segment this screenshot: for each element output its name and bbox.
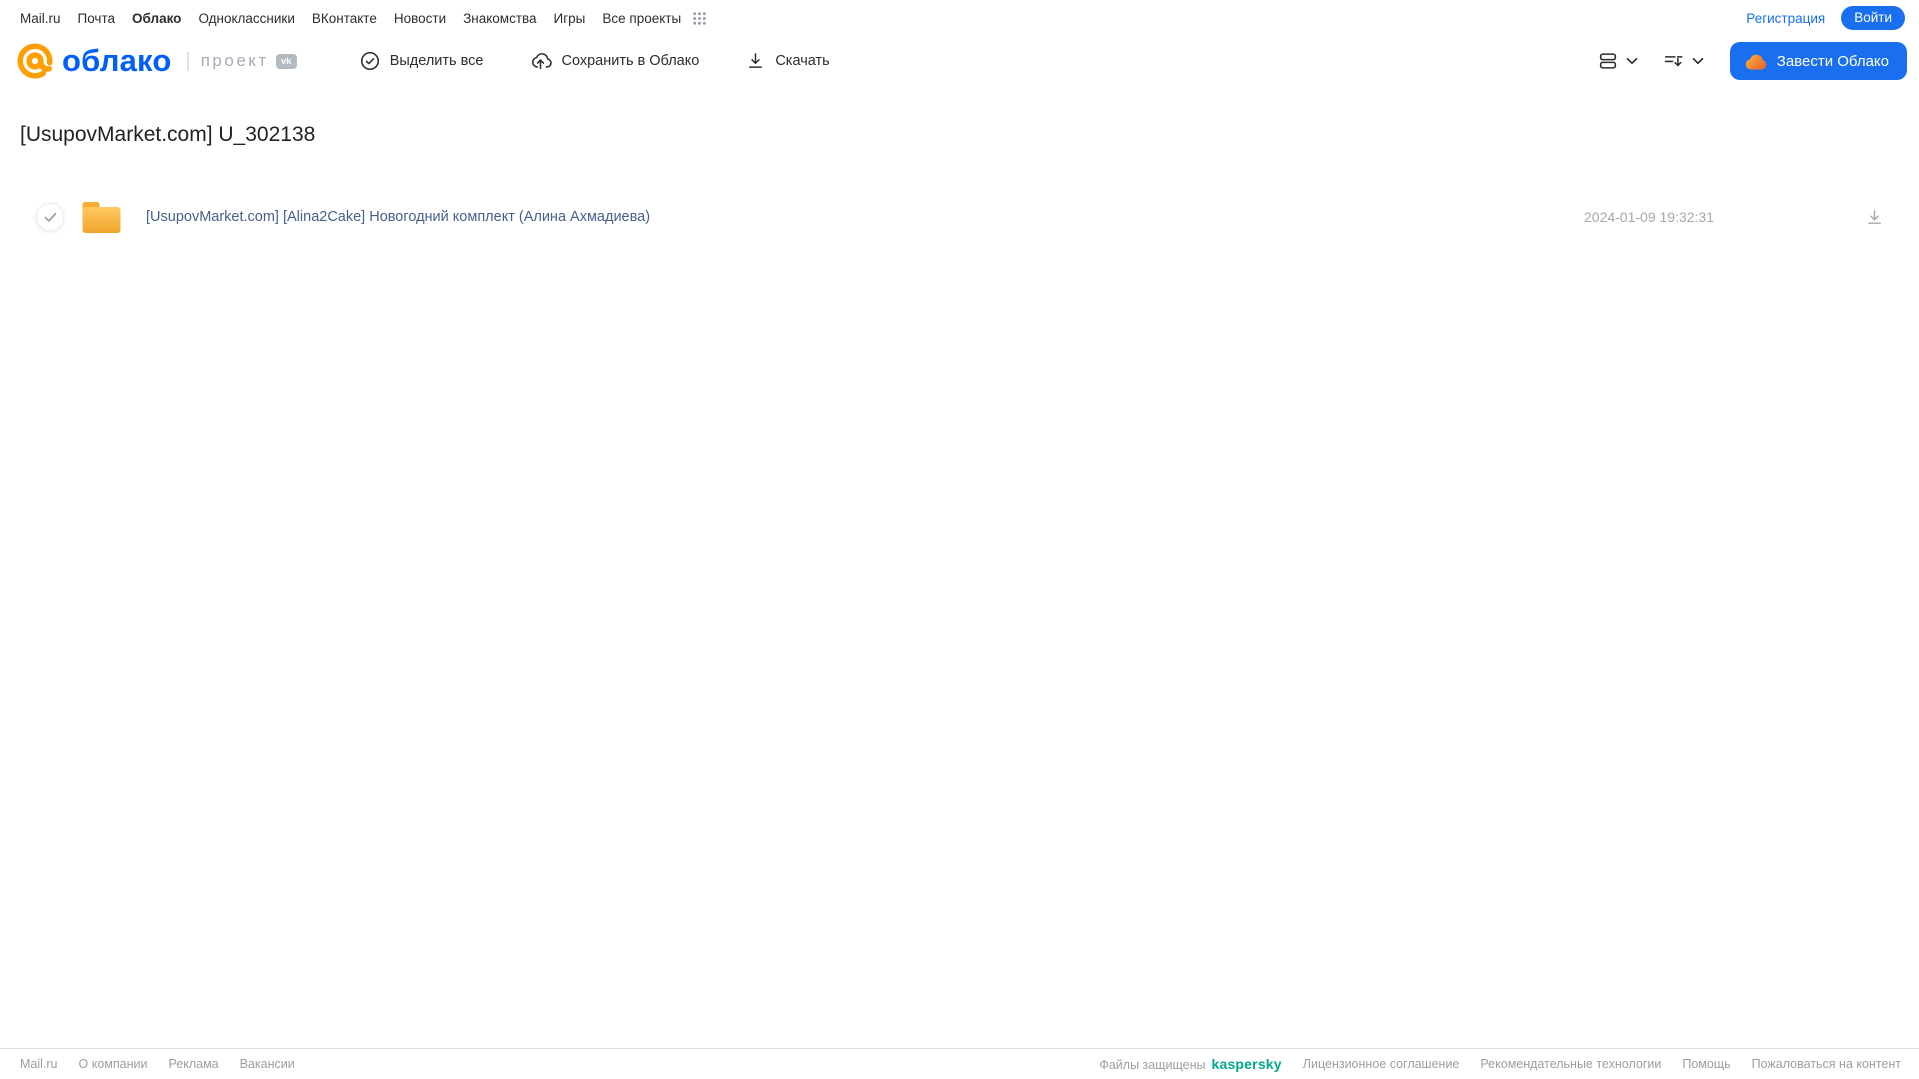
- row-checkbox[interactable]: [36, 203, 64, 231]
- protected-label: Файлы защищены: [1099, 1058, 1206, 1072]
- project-label: проект: [200, 51, 269, 70]
- download-button[interactable]: Скачать: [745, 50, 830, 72]
- logo-divider: |: [185, 49, 191, 72]
- portal-link-pochta[interactable]: Почта: [78, 11, 116, 26]
- kaspersky-logo[interactable]: kaspersky: [1211, 1056, 1281, 1072]
- footer: Mail.ru О компании Реклама Вакансии Файл…: [0, 1048, 1919, 1079]
- get-cloud-label: Завести Облако: [1776, 52, 1889, 70]
- footer-link-mailru[interactable]: Mail.ru: [20, 1057, 58, 1071]
- sort-button[interactable]: [1662, 50, 1704, 72]
- file-row[interactable]: [UsupovMarket.com] [Alina2Cake] Новогодн…: [20, 194, 1899, 240]
- portal-nav: Mail.ru Почта Облако Одноклассники ВКонт…: [0, 0, 1919, 30]
- footer-link-reklama[interactable]: Реклама: [168, 1057, 218, 1071]
- sort-icon: [1662, 50, 1685, 72]
- get-cloud-button[interactable]: Завести Облако: [1729, 42, 1907, 80]
- row-download-button[interactable]: [1864, 207, 1885, 228]
- portal-link-igry[interactable]: Игры: [554, 11, 586, 26]
- cloud-header: облако | проект vk Выделить все Сохранит…: [0, 30, 1919, 92]
- check-circle-icon: [359, 50, 381, 72]
- portal-link-vkontakte[interactable]: ВКонтакте: [312, 11, 377, 26]
- save-to-cloud-label: Сохранить в Облако: [561, 53, 700, 69]
- footer-link-recommend-tech[interactable]: Рекомендательные технологии: [1480, 1057, 1661, 1071]
- file-toolbar: Выделить все Сохранить в Облако Скачать: [359, 50, 830, 72]
- file-date: 2024-01-09 19:32:31: [1584, 209, 1714, 225]
- header-controls: Завести Облако: [1597, 42, 1907, 80]
- chevron-down-icon: [1692, 57, 1704, 65]
- download-icon: [745, 50, 766, 72]
- select-all-button[interactable]: Выделить все: [359, 50, 484, 72]
- page-title: [UsupovMarket.com] U_302138: [20, 123, 316, 146]
- cloud-logo[interactable]: облако | проект vk: [16, 42, 297, 80]
- download-icon: [1868, 209, 1881, 224]
- cloud-logo-text: облако: [62, 43, 172, 78]
- footer-link-vakansii[interactable]: Вакансии: [240, 1057, 295, 1071]
- file-name-link[interactable]: [UsupovMarket.com] [Alina2Cake] Новогодн…: [146, 209, 650, 225]
- vk-badge-icon: vk: [275, 53, 297, 69]
- apps-grid-icon[interactable]: [693, 11, 706, 25]
- footer-link-company[interactable]: О компании: [79, 1057, 148, 1071]
- kaspersky-protection: Файлы защищены kaspersky: [1099, 1056, 1281, 1072]
- download-label: Скачать: [775, 53, 830, 69]
- footer-link-help[interactable]: Помощь: [1682, 1057, 1730, 1071]
- check-icon: [44, 212, 56, 222]
- mailru-at-icon: [16, 42, 54, 80]
- folder-icon: [81, 199, 122, 235]
- login-button[interactable]: Войти: [1841, 6, 1905, 30]
- view-mode-button[interactable]: [1597, 50, 1638, 72]
- portal-link-odnoklassniki[interactable]: Одноклассники: [198, 11, 294, 26]
- portal-link-oblako[interactable]: Облако: [132, 11, 181, 26]
- cloud-upload-icon: [529, 50, 553, 72]
- register-link[interactable]: Регистрация: [1746, 11, 1825, 26]
- list-view-icon: [1597, 50, 1619, 72]
- portal-link-novosti[interactable]: Новости: [394, 11, 446, 26]
- portal-link-vse-proekty[interactable]: Все проекты: [602, 11, 681, 26]
- chevron-down-icon: [1626, 57, 1638, 65]
- portal-link-mailru[interactable]: Mail.ru: [20, 11, 61, 26]
- footer-link-license[interactable]: Лицензионное соглашение: [1303, 1057, 1460, 1071]
- portal-link-znakomstva[interactable]: Знакомства: [463, 11, 536, 26]
- select-all-label: Выделить все: [389, 53, 484, 69]
- cloud-icon: [1743, 52, 1768, 71]
- footer-link-report-content[interactable]: Пожаловаться на контент: [1752, 1057, 1901, 1071]
- save-to-cloud-button[interactable]: Сохранить в Облако: [529, 50, 699, 72]
